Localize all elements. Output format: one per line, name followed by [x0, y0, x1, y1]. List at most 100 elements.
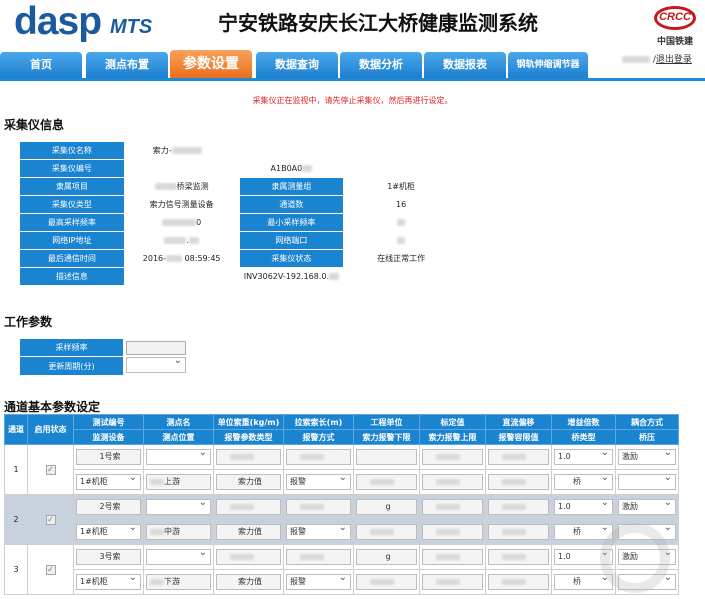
dc-offset-input[interactable]	[488, 499, 549, 515]
test-no-input[interactable]: 1号索	[76, 449, 141, 465]
calibration-input[interactable]	[422, 499, 483, 515]
crcc-logo-text: CRCC	[659, 11, 691, 23]
tab-home[interactable]: 首页	[0, 52, 82, 78]
alarm-tolerance-input[interactable]	[488, 474, 549, 490]
table-row: 1#机柜 下游 索力值 报警 桥	[5, 569, 679, 595]
tab-points[interactable]: 测点布置	[86, 52, 168, 78]
desc-value: INV3062V-192.168.0.	[243, 272, 330, 281]
tab-query[interactable]: 数据查询	[256, 52, 338, 78]
dasp-logo: dasp	[14, 0, 102, 43]
alarm-lower-input[interactable]	[356, 574, 417, 590]
col-unit-weight: 单位索重(kg/m)	[213, 414, 284, 430]
redacted-value	[171, 147, 202, 154]
enabled-checkbox[interactable]: ✓	[45, 514, 56, 525]
eng-unit-input[interactable]	[356, 449, 417, 465]
min-rate-label: 最小采样频率	[238, 213, 345, 232]
position-input[interactable]: 上游	[146, 474, 211, 490]
channel-number: 3	[4, 544, 28, 595]
channel-params-table: 通道 启用状态 测试编号 测点名 单位索重(kg/m) 拉索索长(m) 工程单位…	[4, 414, 679, 595]
table-row: 1#机柜 上游 索力值 报警 桥	[5, 469, 679, 495]
col-alarm-upper: 索力报警上限	[419, 429, 486, 445]
table-row: 1#机柜 中游 索力值 报警 桥	[5, 519, 679, 545]
coupling-select[interactable]: 激励	[618, 449, 676, 465]
position-input[interactable]: 下游	[146, 574, 211, 590]
tab-params[interactable]: 参数设置	[170, 50, 252, 78]
alarm-tolerance-input[interactable]	[488, 574, 549, 590]
point-name-select[interactable]	[146, 499, 211, 515]
device-select[interactable]: 1#机柜	[76, 574, 141, 590]
alarm-lower-input[interactable]	[356, 524, 417, 540]
type-value: 索力信号测量设备	[123, 195, 240, 214]
tab-report[interactable]: 数据报表	[424, 52, 506, 78]
cable-length-input[interactable]	[286, 499, 351, 515]
calibration-input[interactable]	[422, 449, 483, 465]
bridge-voltage-select[interactable]	[618, 474, 676, 490]
alarm-type-input[interactable]: 索力值	[216, 474, 281, 490]
col-eng-unit: 工程单位	[353, 414, 420, 430]
update-period-select[interactable]	[126, 357, 187, 373]
alarm-tolerance-input[interactable]	[488, 524, 549, 540]
eng-unit-input[interactable]: g	[356, 549, 417, 565]
point-name-select[interactable]	[146, 549, 211, 565]
bridge-type-select[interactable]: 桥	[554, 474, 613, 490]
unit-weight-input[interactable]	[216, 549, 281, 565]
collector-id-value: A1B0A0	[270, 164, 303, 173]
alarm-mode-select[interactable]: 报警	[286, 524, 351, 540]
watermark-icon	[600, 523, 670, 593]
app-header: dasp MTS 宁安铁路安庆长江大桥健康监测系统 CRCC 中国铁建	[0, 0, 705, 50]
channel-section-title: 通道基本参数设定	[4, 400, 101, 414]
system-title: 宁安铁路安庆长江大桥健康监测系统	[218, 11, 538, 35]
cable-length-input[interactable]	[286, 449, 351, 465]
dc-offset-input[interactable]	[488, 449, 549, 465]
alarm-mode-select[interactable]: 报警	[286, 474, 351, 490]
redacted-value	[162, 219, 197, 226]
channel-number: 1	[4, 444, 28, 495]
sample-rate-label: 采样频率	[18, 338, 125, 357]
point-name-select[interactable]	[146, 449, 211, 465]
col-test-no: 测试编号	[73, 414, 144, 430]
alarm-upper-input[interactable]	[422, 524, 483, 540]
max-rate-value: 0	[196, 218, 202, 227]
tab-rail-adjuster[interactable]: 钢轨伸缩调节器	[508, 52, 588, 78]
channel-number: 2	[4, 494, 28, 545]
cable-length-input[interactable]	[286, 549, 351, 565]
calibration-input[interactable]	[422, 549, 483, 565]
enabled-checkbox[interactable]: ✓	[45, 564, 56, 575]
coupling-select[interactable]: 激励	[618, 499, 676, 515]
company-name: 中国铁建	[656, 37, 693, 47]
alarm-type-input[interactable]: 索力值	[216, 574, 281, 590]
user-area: /退出登录	[622, 52, 692, 65]
last-comm-time: 08:59:45	[184, 254, 221, 263]
table-row: 3 ✓ 3号索 g 1.0 激励	[4, 544, 679, 595]
logout-link[interactable]: 退出登录	[656, 55, 692, 65]
eng-unit-input[interactable]: g	[356, 499, 417, 515]
alarm-type-input[interactable]: 索力值	[216, 524, 281, 540]
unit-weight-input[interactable]	[216, 499, 281, 515]
gain-select[interactable]: 1.0	[554, 499, 613, 515]
max-rate-label: 最高采样频率	[19, 213, 125, 232]
alarm-upper-input[interactable]	[422, 574, 483, 590]
alarm-upper-input[interactable]	[422, 474, 483, 490]
test-no-input[interactable]: 3号索	[76, 549, 141, 565]
enabled-checkbox[interactable]: ✓	[45, 464, 56, 475]
channels-value: 16	[343, 195, 459, 214]
gain-select[interactable]: 1.0	[554, 449, 613, 465]
device-select[interactable]: 1#机柜	[76, 474, 141, 490]
desc-label: 描述信息	[19, 267, 125, 286]
status-label: 采集仪状态	[238, 249, 345, 268]
alarm-mode-select[interactable]: 报警	[286, 574, 351, 590]
device-select[interactable]: 1#机柜	[76, 524, 141, 540]
unit-weight-input[interactable]	[216, 449, 281, 465]
table-row: 1 ✓ 1号索 1.0 激励	[4, 444, 679, 495]
alarm-lower-input[interactable]	[356, 474, 417, 490]
tab-analysis[interactable]: 数据分析	[340, 52, 422, 78]
position-input[interactable]: 中游	[146, 524, 211, 540]
sample-rate-input[interactable]	[126, 340, 187, 355]
test-no-input[interactable]: 2号索	[76, 499, 141, 515]
redacted-value	[164, 237, 187, 244]
dc-offset-input[interactable]	[488, 549, 549, 565]
table-row: 2 ✓ 2号索 g 1.0 激励	[4, 494, 679, 545]
min-rate-value	[397, 219, 406, 226]
col-alarm-lower: 索力报警下限	[353, 429, 420, 445]
position-value: 下游	[164, 577, 180, 586]
